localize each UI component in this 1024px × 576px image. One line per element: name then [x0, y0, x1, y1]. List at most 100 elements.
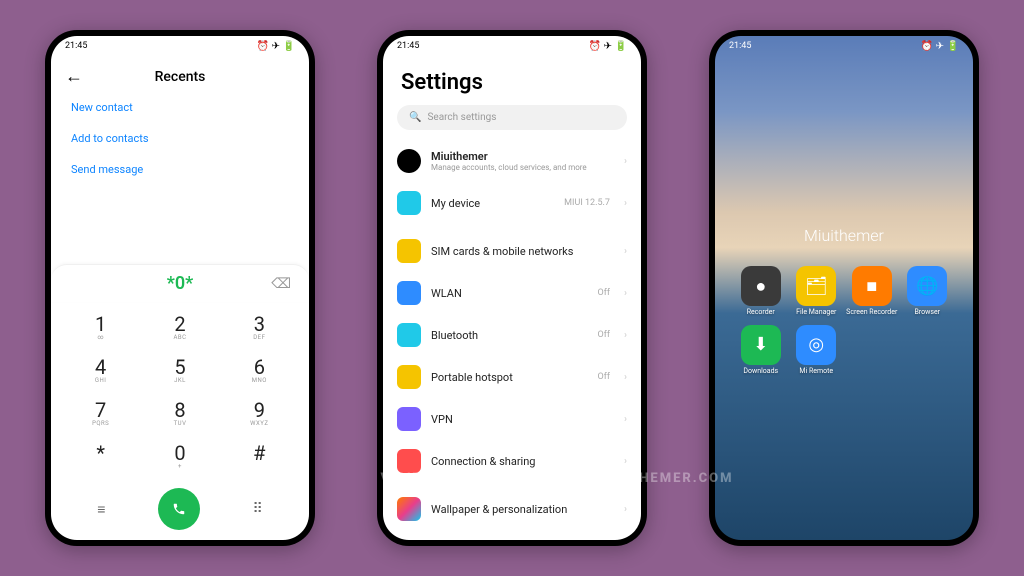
- key-*[interactable]: *: [61, 435, 140, 478]
- key-1[interactable]: 1∞: [61, 306, 140, 349]
- app-label: Recorder: [747, 309, 775, 317]
- statusbar: 21:45 ⏰ ✈ 🔋: [715, 36, 973, 56]
- hotspot-icon: [397, 365, 421, 389]
- app-label: Downloads: [743, 368, 778, 376]
- settings-row-wall[interactable]: Wallpaper & personalization›: [383, 488, 641, 530]
- account-text: Miuithemer Manage accounts, cloud servic…: [431, 150, 614, 173]
- settings-list: Miuithemer Manage accounts, cloud servic…: [383, 140, 641, 540]
- row-meta: Off: [598, 372, 610, 382]
- menu-icon[interactable]: ≡: [97, 501, 105, 518]
- app-icon: ◎: [796, 325, 836, 365]
- app-file-manager[interactable]: 🗂 File Manager: [789, 266, 843, 317]
- app-icon: ■: [852, 266, 892, 306]
- key-8[interactable]: 8TUV: [140, 392, 219, 435]
- search-placeholder: Search settings: [427, 112, 496, 123]
- dialer-header: ← Recents: [51, 56, 309, 97]
- settings-row-vpn[interactable]: VPN ›: [383, 398, 641, 440]
- app-icon: ⬇: [741, 325, 781, 365]
- search-input[interactable]: 🔍 Search settings: [397, 105, 627, 130]
- dialer-links: New contact Add to contacts Send message: [51, 97, 309, 180]
- status-time: 21:45: [729, 41, 751, 51]
- key-3[interactable]: 3DEF: [220, 306, 299, 349]
- key-7[interactable]: 7PQRS: [61, 392, 140, 435]
- vpn-icon: [397, 407, 421, 431]
- row-label: Portable hotspot: [431, 371, 588, 384]
- row-label: VPN: [431, 413, 614, 426]
- app-downloads[interactable]: ⬇ Downloads: [734, 325, 788, 376]
- wlan-icon: [397, 281, 421, 305]
- dialer-title: Recents: [83, 69, 277, 85]
- device-icon: [397, 191, 421, 215]
- key-0[interactable]: 0+: [140, 435, 219, 478]
- back-icon[interactable]: ←: [65, 66, 83, 87]
- avatar: [397, 149, 421, 173]
- phone-home: 21:45 ⏰ ✈ 🔋 Miuithemer ● Recorder 🗂 File Ma…: [709, 30, 979, 546]
- app-browser[interactable]: 🌐 Browser: [900, 266, 954, 317]
- row-label: WLAN: [431, 287, 588, 300]
- sim-icon: [397, 239, 421, 263]
- app-recorder[interactable]: ● Recorder: [734, 266, 788, 317]
- app-icon: 🌐: [907, 266, 947, 306]
- chevron-icon: ›: [624, 504, 627, 515]
- row-meta: MIUI 12.5.7: [564, 198, 610, 208]
- settings-row-bt[interactable]: BluetoothOff›: [383, 314, 641, 356]
- key-#[interactable]: #: [220, 435, 299, 478]
- key-6[interactable]: 6MNO: [220, 349, 299, 392]
- dial-value: *0*: [167, 273, 193, 294]
- dial-entry: *0* ⌫: [51, 264, 309, 302]
- key-9[interactable]: 9WXYZ: [220, 392, 299, 435]
- statusbar: 21:45 ⏰ ✈ 🔋: [383, 36, 641, 56]
- dialer-bottom: ≡ ⠿: [51, 482, 309, 540]
- chevron-icon: ›: [624, 414, 627, 425]
- link-new-contact[interactable]: New contact: [71, 101, 289, 114]
- bt-icon: [397, 323, 421, 347]
- row-label: Bluetooth: [431, 329, 588, 342]
- settings-row-sim[interactable]: SIM cards & mobile networks ›: [383, 230, 641, 272]
- app-mi-remote[interactable]: ◎ Mi Remote: [789, 325, 843, 376]
- app-label: Screen Recorder: [846, 309, 897, 317]
- call-button[interactable]: [158, 488, 200, 530]
- row-meta: Off: [598, 288, 610, 298]
- chevron-icon: ›: [624, 198, 627, 209]
- settings-row-device[interactable]: My device MIUI 12.5.7 ›: [383, 182, 641, 224]
- settings-screen: 21:45 ⏰ ✈ 🔋 Settings 🔍 Search settings M…: [383, 36, 641, 540]
- row-label: Connection & sharing: [431, 455, 614, 468]
- status-icons: ⏰ ✈ 🔋: [257, 41, 295, 52]
- settings-row-hotspot[interactable]: Portable hotspot Off ›: [383, 356, 641, 398]
- account-sub: Manage accounts, cloud services, and mor…: [431, 163, 614, 173]
- settings-row-wlan[interactable]: WLAN Off ›: [383, 272, 641, 314]
- chevron-icon: ›: [624, 372, 627, 383]
- statusbar: 21:45 ⏰ ✈ 🔋: [51, 36, 309, 56]
- search-icon: 🔍: [409, 112, 421, 123]
- settings-title: Settings: [383, 56, 641, 105]
- account-name: Miuithemer: [431, 150, 614, 163]
- row-label: My device: [431, 197, 554, 210]
- home-title: Miuithemer: [715, 226, 973, 245]
- chevron-icon: ›: [624, 246, 627, 257]
- app-icon: ●: [741, 266, 781, 306]
- dialer-screen: 21:45 ⏰ ✈ 🔋 ← Recents New contact Add to…: [51, 36, 309, 540]
- wall-icon: [397, 497, 421, 521]
- app-screen-recorder[interactable]: ■ Screen Recorder: [845, 266, 899, 317]
- dialpad-icon[interactable]: ⠿: [252, 501, 262, 517]
- settings-account-row[interactable]: Miuithemer Manage accounts, cloud servic…: [383, 140, 641, 182]
- conn-icon: [397, 449, 421, 473]
- row-label: SIM cards & mobile networks: [431, 245, 614, 258]
- key-5[interactable]: 5JKL: [140, 349, 219, 392]
- status-time: 21:45: [397, 41, 419, 51]
- row-meta: Off: [598, 330, 610, 340]
- settings-row-conn[interactable]: Connection & sharing›: [383, 440, 641, 482]
- status-icons: ⏰ ✈ 🔋: [921, 41, 959, 52]
- app-icon: 🗂: [796, 266, 836, 306]
- backspace-icon[interactable]: ⌫: [271, 276, 291, 292]
- link-send-message[interactable]: Send message: [71, 163, 289, 176]
- app-label: File Manager: [796, 309, 836, 317]
- chevron-icon: ›: [624, 288, 627, 299]
- phone-settings: 21:45 ⏰ ✈ 🔋 Settings 🔍 Search settings M…: [377, 30, 647, 546]
- key-4[interactable]: 4GHI: [61, 349, 140, 392]
- app-label: Mi Remote: [799, 368, 833, 376]
- link-add-contact[interactable]: Add to contacts: [71, 132, 289, 145]
- phone-dialer: 21:45 ⏰ ✈ 🔋 ← Recents New contact Add to…: [45, 30, 315, 546]
- app-label: Browser: [914, 309, 940, 317]
- key-2[interactable]: 2ABC: [140, 306, 219, 349]
